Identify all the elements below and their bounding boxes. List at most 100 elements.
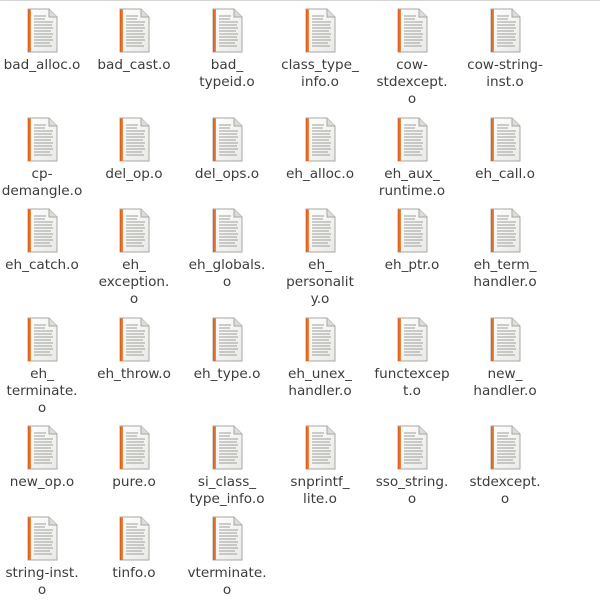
file-item[interactable]: stdexcept. o bbox=[460, 425, 550, 508]
file-item[interactable]: cow-string- inst.o bbox=[460, 8, 550, 91]
text-document-icon bbox=[209, 208, 245, 254]
text-document-icon bbox=[487, 117, 523, 163]
file-name-label: cow-string- inst.o bbox=[467, 57, 543, 90]
text-document-icon bbox=[116, 425, 152, 471]
text-document-icon bbox=[209, 516, 245, 562]
file-item[interactable]: eh_ptr.o bbox=[367, 208, 457, 274]
file-name-label: eh_aux_ runtime.o bbox=[378, 166, 446, 199]
file-name-label: del_op.o bbox=[105, 166, 163, 182]
file-item[interactable]: eh_throw.o bbox=[89, 317, 179, 383]
file-item[interactable]: pure.o bbox=[89, 425, 179, 491]
file-name-label: bad_ typeid.o bbox=[199, 57, 255, 90]
text-document-icon bbox=[302, 8, 338, 54]
text-document-icon bbox=[116, 208, 152, 254]
text-document-icon bbox=[24, 317, 60, 363]
file-item[interactable]: bad_cast.o bbox=[89, 8, 179, 74]
file-name-label: pure.o bbox=[112, 474, 156, 490]
file-item[interactable]: del_ops.o bbox=[182, 117, 272, 183]
file-name-label: eh_throw.o bbox=[97, 366, 171, 382]
file-name-label: eh_alloc.o bbox=[285, 166, 355, 182]
file-name-label: eh_term_ handler.o bbox=[473, 257, 537, 290]
file-item[interactable]: new_ handler.o bbox=[460, 317, 550, 400]
text-document-icon bbox=[209, 117, 245, 163]
text-document-icon bbox=[394, 8, 430, 54]
file-item[interactable]: class_type_ info.o bbox=[275, 8, 365, 91]
file-item[interactable]: eh_call.o bbox=[460, 117, 550, 183]
file-item[interactable]: eh_ exception. o bbox=[89, 208, 179, 308]
file-name-label: sso_string. o bbox=[375, 474, 449, 507]
file-item[interactable]: eh_globals. o bbox=[182, 208, 272, 291]
file-item[interactable]: bad_alloc.o bbox=[0, 8, 87, 74]
text-document-icon bbox=[487, 208, 523, 254]
file-item[interactable]: snprintf_ lite.o bbox=[275, 425, 365, 508]
file-item[interactable]: si_class_ type_info.o bbox=[182, 425, 272, 508]
file-name-label: eh_call.o bbox=[475, 166, 535, 182]
file-item[interactable]: sso_string. o bbox=[367, 425, 457, 508]
text-document-icon bbox=[487, 317, 523, 363]
file-name-label: vterminate. o bbox=[187, 565, 267, 598]
text-document-icon bbox=[24, 516, 60, 562]
file-name-label: string-inst. o bbox=[5, 565, 79, 598]
text-document-icon bbox=[302, 425, 338, 471]
text-document-icon bbox=[24, 425, 60, 471]
text-document-icon bbox=[302, 208, 338, 254]
file-name-label: eh_type.o bbox=[193, 366, 261, 382]
file-name-label: eh_ personalit y.o bbox=[286, 257, 354, 307]
text-document-icon bbox=[209, 8, 245, 54]
file-item[interactable]: vterminate. o bbox=[182, 516, 272, 599]
file-name-label: stdexcept. o bbox=[469, 474, 541, 507]
text-document-icon bbox=[209, 425, 245, 471]
file-name-label: snprintf_ lite.o bbox=[290, 474, 350, 507]
file-name-label: cow- stdexcept. o bbox=[376, 57, 448, 107]
file-item[interactable]: new_op.o bbox=[0, 425, 87, 491]
text-document-icon bbox=[116, 317, 152, 363]
text-document-icon bbox=[209, 317, 245, 363]
text-document-icon bbox=[302, 317, 338, 363]
file-item[interactable]: eh_alloc.o bbox=[275, 117, 365, 183]
text-document-icon bbox=[116, 516, 152, 562]
file-item[interactable]: eh_ terminate. o bbox=[0, 317, 87, 417]
text-document-icon bbox=[116, 8, 152, 54]
text-document-icon bbox=[394, 208, 430, 254]
file-name-label: new_ handler.o bbox=[473, 366, 537, 399]
file-grid: bad_alloc.o bad_cast.o bad_ typeid.o cla… bbox=[0, 0, 600, 612]
text-document-icon bbox=[302, 117, 338, 163]
text-document-icon bbox=[24, 208, 60, 254]
text-document-icon bbox=[394, 117, 430, 163]
file-item[interactable]: eh_aux_ runtime.o bbox=[367, 117, 457, 200]
file-item[interactable]: eh_catch.o bbox=[0, 208, 87, 274]
file-name-label: eh_unex_ handler.o bbox=[288, 366, 352, 399]
file-name-label: eh_ptr.o bbox=[384, 257, 440, 273]
file-name-label: eh_ exception. o bbox=[98, 257, 170, 307]
file-name-label: eh_globals. o bbox=[188, 257, 266, 290]
file-name-label: si_class_ type_info.o bbox=[189, 474, 265, 507]
file-item[interactable]: string-inst. o bbox=[0, 516, 87, 599]
file-name-label: bad_alloc.o bbox=[3, 57, 81, 73]
file-item[interactable]: bad_ typeid.o bbox=[182, 8, 272, 91]
file-item[interactable]: del_op.o bbox=[89, 117, 179, 183]
file-name-label: new_op.o bbox=[9, 474, 75, 490]
file-item[interactable]: cp- demangle.o bbox=[0, 117, 87, 200]
text-document-icon bbox=[394, 317, 430, 363]
text-document-icon bbox=[24, 8, 60, 54]
file-item[interactable]: tinfo.o bbox=[89, 516, 179, 582]
text-document-icon bbox=[394, 425, 430, 471]
text-document-icon bbox=[116, 117, 152, 163]
text-document-icon bbox=[487, 425, 523, 471]
file-item[interactable]: eh_unex_ handler.o bbox=[275, 317, 365, 400]
file-name-label: del_ops.o bbox=[194, 166, 260, 182]
text-document-icon bbox=[24, 117, 60, 163]
file-name-label: eh_ terminate. o bbox=[6, 366, 78, 416]
file-name-label: functexcep t.o bbox=[374, 366, 450, 399]
text-document-icon bbox=[487, 8, 523, 54]
file-item[interactable]: cow- stdexcept. o bbox=[367, 8, 457, 108]
file-item[interactable]: eh_type.o bbox=[182, 317, 272, 383]
file-name-label: eh_catch.o bbox=[5, 257, 79, 273]
file-name-label: bad_cast.o bbox=[97, 57, 171, 73]
file-name-label: class_type_ info.o bbox=[281, 57, 359, 90]
file-item[interactable]: eh_ personalit y.o bbox=[275, 208, 365, 308]
file-item[interactable]: functexcep t.o bbox=[367, 317, 457, 400]
file-item[interactable]: eh_term_ handler.o bbox=[460, 208, 550, 291]
file-name-label: cp- demangle.o bbox=[1, 166, 83, 199]
file-name-label: tinfo.o bbox=[112, 565, 156, 581]
